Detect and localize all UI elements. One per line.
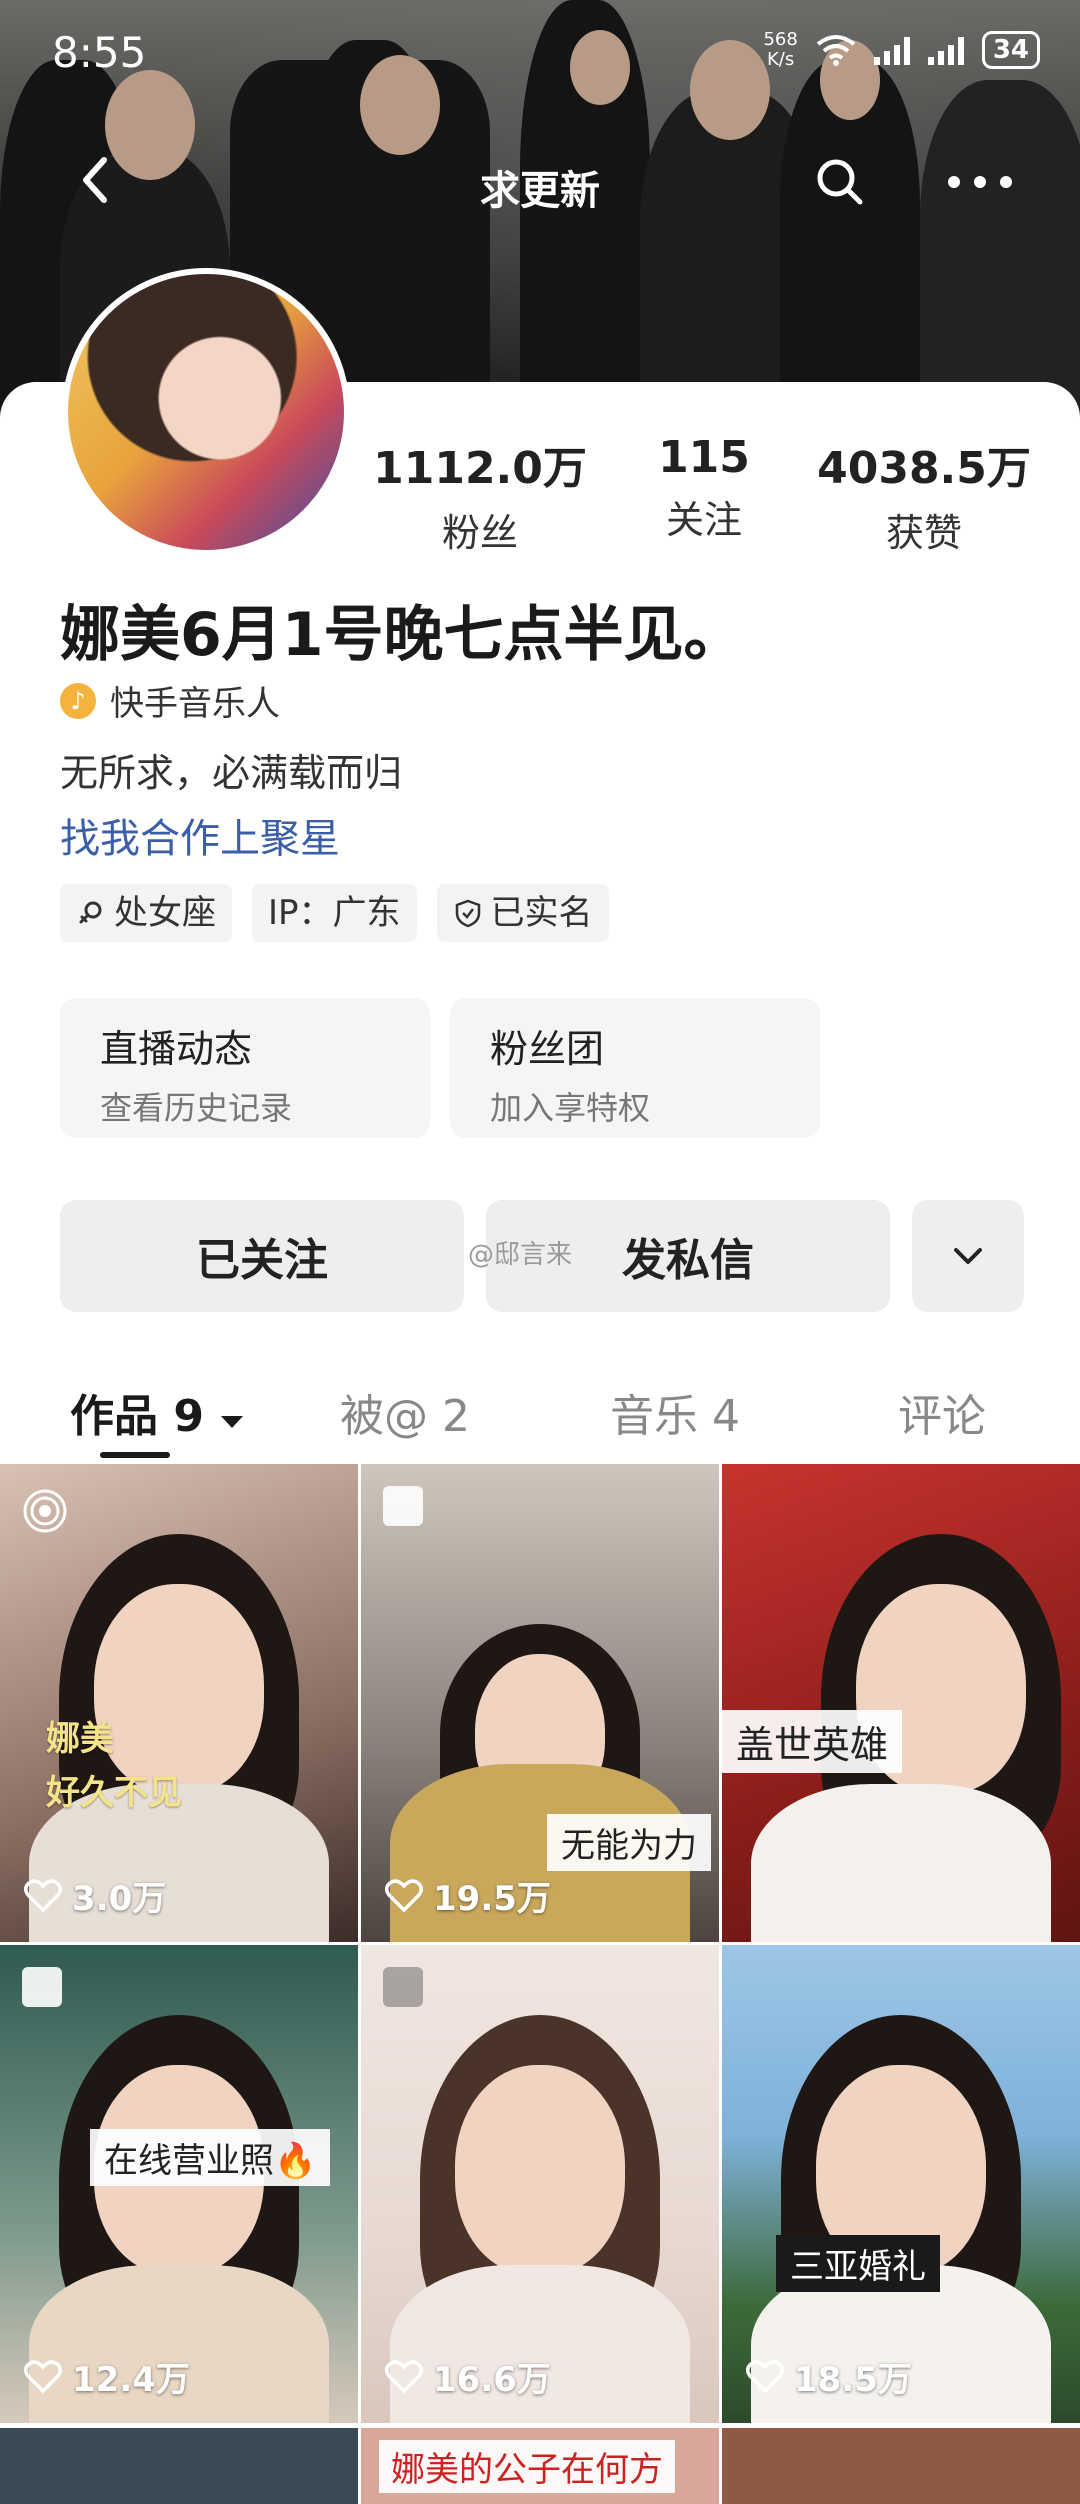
caret-down-icon [221, 1416, 244, 1428]
video-tile[interactable]: 16.6万 [361, 1945, 719, 2423]
like-count: 3.0万 [24, 1871, 166, 1920]
tile-overlay-text: 娜美 好久不见 [46, 1719, 182, 1813]
tab-mentioned[interactable]: 被@ 2 [340, 1380, 470, 1444]
video-tile[interactable]: 在线营业照🔥 12.4万 [0, 1945, 358, 2423]
heart-icon [385, 1878, 423, 1912]
status-time: 8:55 [52, 28, 147, 77]
shield-check-icon [455, 899, 480, 928]
stat-likes[interactable]: 4038.5万 获赞 [814, 432, 1034, 557]
photo-icon [383, 1967, 423, 2007]
video-tile[interactable] [0, 2428, 358, 2504]
video-tile[interactable]: 三亚婚礼 18.5万 [722, 1945, 1080, 2423]
nav-title: 求更新 [480, 168, 600, 214]
battery-indicator: 34 [981, 31, 1040, 69]
like-count: 18.5万 [746, 2352, 912, 2401]
video-tile[interactable]: 盖世英雄 [722, 1464, 1080, 1942]
tab-comments[interactable]: 评论 [898, 1380, 986, 1444]
video-tile[interactable]: 娜美 好久不见 3.0万 [0, 1464, 358, 1942]
tag-ip: IP：广东 [252, 884, 417, 942]
more-dots-icon[interactable] [940, 154, 1020, 210]
message-button[interactable]: @邸言来 发私信 [468, 1200, 890, 1312]
tile-caption: 在线营业照🔥 [90, 2129, 331, 2186]
tile-caption: 三亚婚礼 [776, 2235, 940, 2292]
live-history-card[interactable]: 直播动态 查看历史记录 [60, 998, 430, 1138]
expand-button[interactable] [912, 1200, 1024, 1312]
followed-button[interactable]: 已关注 [60, 1200, 464, 1312]
network-speed: 568 K/s [763, 29, 798, 70]
heart-icon [24, 1878, 62, 1912]
stat-following[interactable]: 115 关注 [594, 432, 814, 544]
photo-icon [22, 1967, 62, 2007]
live-icon [23, 1489, 67, 1533]
video-tile[interactable] [722, 2428, 1080, 2504]
heart-icon [746, 2359, 784, 2393]
heart-icon [385, 2359, 423, 2393]
nav-bar: 求更新 [0, 140, 1080, 220]
action-buttons: 已关注 @邸言来 发私信 [60, 1200, 1024, 1312]
stat-fans[interactable]: 1112.0万 粉丝 [370, 432, 590, 557]
tag-zodiac: 处女座 [60, 884, 232, 942]
photo-icon [383, 1486, 423, 1526]
like-count: 16.6万 [385, 2352, 551, 2401]
tab-music[interactable]: 音乐 4 [610, 1380, 740, 1444]
video-tile[interactable]: 娜美的公子在何方 [361, 2428, 719, 2504]
tile-caption: 娜美的公子在何方 [379, 2440, 675, 2493]
avatar[interactable] [62, 268, 350, 556]
like-count: 12.4万 [24, 2352, 190, 2401]
profile-name: 娜美6月1号晚七点半见。 [60, 600, 744, 670]
profile-tags: 处女座 IP：广东 已实名 [60, 884, 609, 942]
music-note-icon: ♪ [60, 682, 96, 719]
feature-row: 直播动态 查看历史记录 粉丝团 加入享特权 [60, 998, 820, 1138]
tab-indicator [100, 1452, 170, 1458]
watermark: @邸言来 [468, 1240, 573, 1270]
musician-badge[interactable]: ♪ 快手音乐人 [60, 676, 280, 725]
video-tile[interactable]: 无能为力 19.5万 [361, 1464, 719, 1942]
tile-caption: 盖世英雄 [722, 1710, 903, 1773]
signal-icon-2 [927, 35, 964, 65]
search-icon[interactable] [812, 154, 868, 210]
tag-verified: 已实名 [436, 884, 609, 942]
status-icons: 568 K/s 34 [763, 30, 1040, 70]
heart-icon [24, 2359, 62, 2393]
tile-caption: 无能为力 [547, 1814, 711, 1871]
profile-page: 8:55 568 K/s 34 求更新 1112.0万 粉丝 115 关注 40… [0, 0, 1080, 2504]
profile-bio: 无所求，必满载而归 [60, 751, 403, 795]
chevron-down-icon [954, 1248, 982, 1264]
wifi-icon [816, 35, 856, 66]
status-bar: 8:55 568 K/s 34 [0, 0, 1080, 100]
zodiac-icon [79, 901, 102, 924]
cooperation-link[interactable]: 找我合作上聚星 [60, 806, 340, 864]
tab-works[interactable]: 作品 9 [70, 1380, 245, 1444]
fan-club-card[interactable]: 粉丝团 加入享特权 [450, 998, 820, 1138]
content-tabs: 作品 9 被@ 2 音乐 4 评论 [0, 1360, 1080, 1460]
signal-icon [873, 35, 910, 65]
like-count: 19.5万 [385, 1871, 551, 1920]
